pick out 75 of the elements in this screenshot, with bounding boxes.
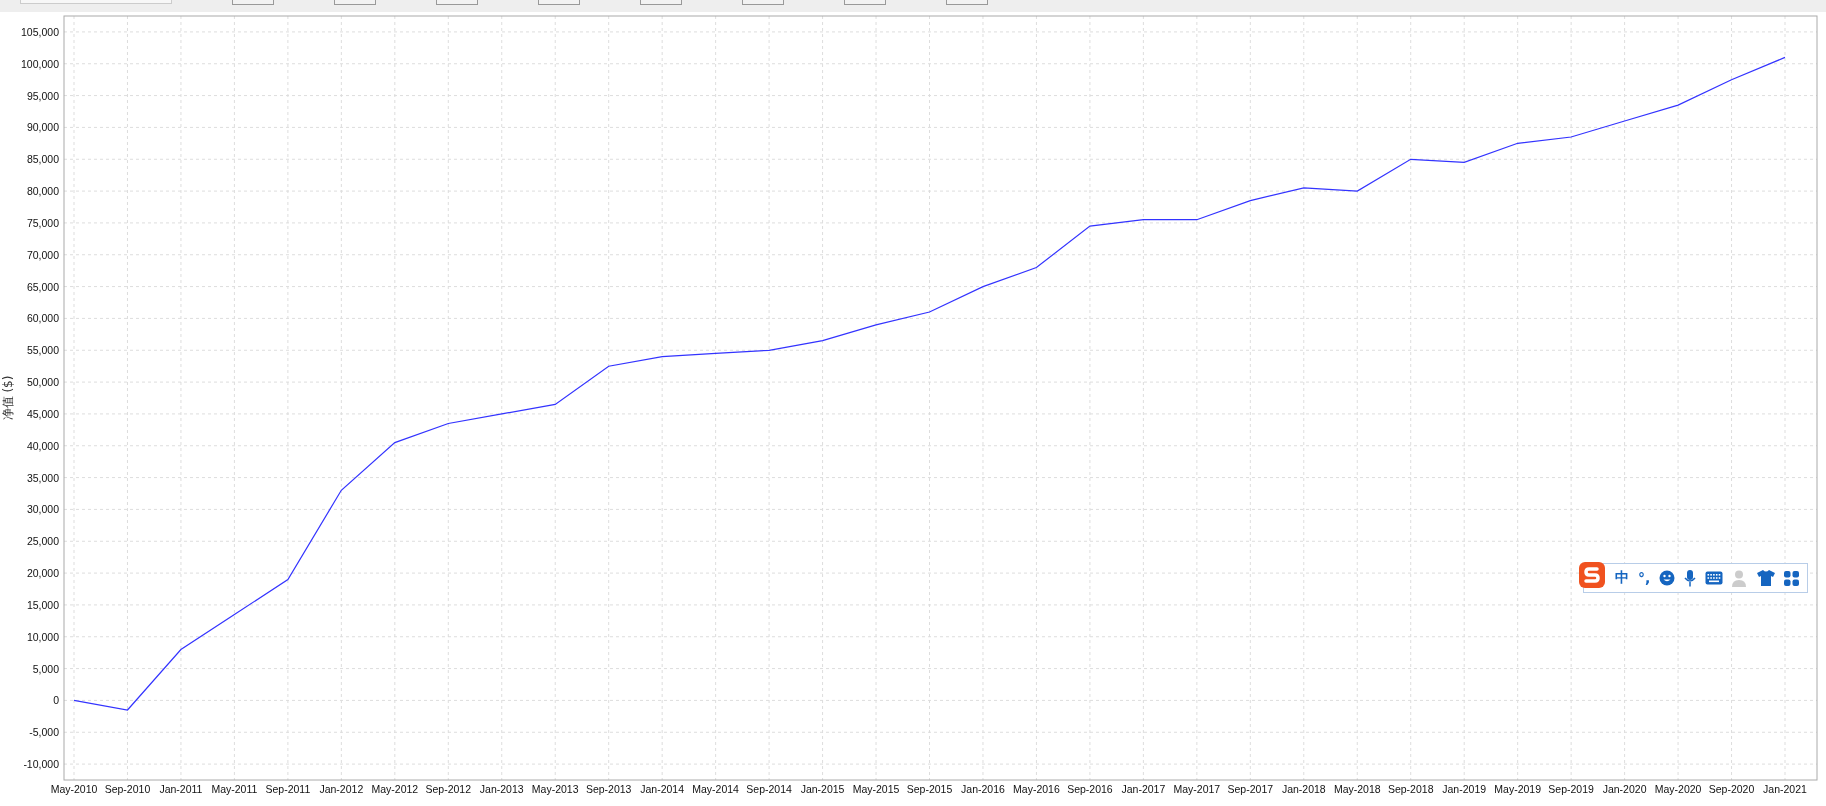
x-tick-label: May-2018 (1333, 783, 1381, 795)
y-tick-label: 40,000 (26, 439, 59, 452)
x-tick-label: May-2013 (531, 783, 579, 795)
x-tick-label: Sep-2017 (1227, 783, 1274, 795)
keyboard-icon[interactable] (1705, 571, 1724, 585)
y-tick-label: 20,000 (26, 567, 59, 580)
x-tick-label: Jan-2014 (640, 783, 685, 795)
x-tick-label: Jan-2011 (159, 783, 203, 795)
x-tick-label: Sep-2011 (265, 783, 311, 795)
x-tick-label: May-2019 (1494, 783, 1541, 795)
smiley-icon[interactable] (1659, 570, 1676, 586)
x-tick-label: May-2011 (211, 783, 258, 795)
y-tick-label: 95,000 (26, 89, 59, 102)
x-tick-label: May-2015 (852, 783, 900, 795)
x-tick-label: Sep-2012 (425, 783, 472, 795)
toolbar-button[interactable] (232, 0, 274, 5)
x-tick-label: Sep-2019 (1548, 783, 1594, 795)
y-tick-label: 80,000 (26, 185, 59, 198)
y-axis-label: 净值 ($) (1, 375, 15, 421)
y-tick-label: 105,000 (21, 25, 59, 38)
x-tick-label: May-2014 (692, 783, 739, 795)
x-tick-label: Sep-2020 (1708, 783, 1755, 795)
x-tick-label: Sep-2016 (1067, 783, 1113, 795)
y-tick-label: 65,000 (26, 280, 59, 293)
x-tick-label: Jan-2019 (1442, 783, 1487, 795)
y-tick-label: 10,000 (26, 630, 59, 643)
y-tick-label: 30,000 (26, 503, 59, 516)
y-tick-label: 35,000 (26, 471, 59, 484)
x-tick-label: Jan-2018 (1281, 783, 1326, 795)
y-tick-label: 55,000 (26, 344, 59, 357)
y-tick-label: 15,000 (26, 598, 59, 611)
y-tick-label: 0 (53, 694, 59, 707)
y-tick-label: 45,000 (26, 407, 59, 420)
y-tick-label: 100,000 (21, 57, 59, 70)
x-tick-label: Jan-2020 (1602, 783, 1647, 795)
x-tick-label: May-2012 (371, 783, 419, 795)
toolbar-button[interactable] (640, 0, 682, 5)
x-tick-label: Jan-2015 (800, 783, 845, 795)
y-tick-label: 50,000 (26, 376, 59, 389)
x-tick-label: May-2016 (1013, 783, 1060, 795)
x-tick-label: Sep-2013 (585, 783, 632, 795)
y-tick-label: -5,000 (29, 726, 59, 739)
shirt-icon[interactable] (1757, 570, 1776, 586)
x-tick-label: Jan-2016 (961, 783, 1005, 795)
y-tick-label: 90,000 (26, 121, 59, 134)
toolbar-button[interactable] (538, 0, 580, 5)
microphone-icon[interactable] (1684, 569, 1697, 587)
y-tick-label: -10,000 (23, 758, 59, 771)
x-tick-label: Jan-2021 (1763, 783, 1807, 795)
y-tick-label: 75,000 (26, 216, 59, 229)
x-tick-label: May-2020 (1654, 783, 1702, 795)
x-tick-label: Sep-2010 (104, 783, 151, 795)
x-tick-label: Jan-2012 (319, 783, 364, 795)
toolbar-button[interactable] (946, 0, 988, 5)
y-tick-label: 25,000 (26, 535, 59, 548)
punctuation-toggle[interactable]: °, (1638, 570, 1651, 586)
y-tick-label: 60,000 (26, 312, 59, 325)
x-tick-label: Sep-2014 (746, 783, 792, 795)
y-tick-label: 85,000 (26, 153, 59, 166)
toolbar-button[interactable] (436, 0, 478, 5)
y-tick-label: 70,000 (26, 248, 59, 261)
toolbar-button[interactable] (334, 0, 376, 5)
x-tick-label: Sep-2015 (906, 783, 953, 795)
input-mode-toggle[interactable]: 中 (1615, 569, 1629, 587)
x-tick-label: May-2010 (50, 783, 98, 795)
toolbar-field[interactable] (20, 0, 172, 4)
x-tick-label: Sep-2018 (1387, 783, 1434, 795)
grid-icon[interactable] (1784, 570, 1800, 586)
x-tick-label: Jan-2017 (1121, 783, 1166, 795)
toolbar-button[interactable] (742, 0, 784, 5)
x-tick-label: Jan-2013 (479, 783, 524, 795)
x-tick-label: May-2017 (1173, 783, 1221, 795)
toolbar-button[interactable] (844, 0, 886, 5)
y-tick-label: 5,000 (32, 662, 59, 675)
s-logo-icon[interactable] (1578, 561, 1606, 589)
